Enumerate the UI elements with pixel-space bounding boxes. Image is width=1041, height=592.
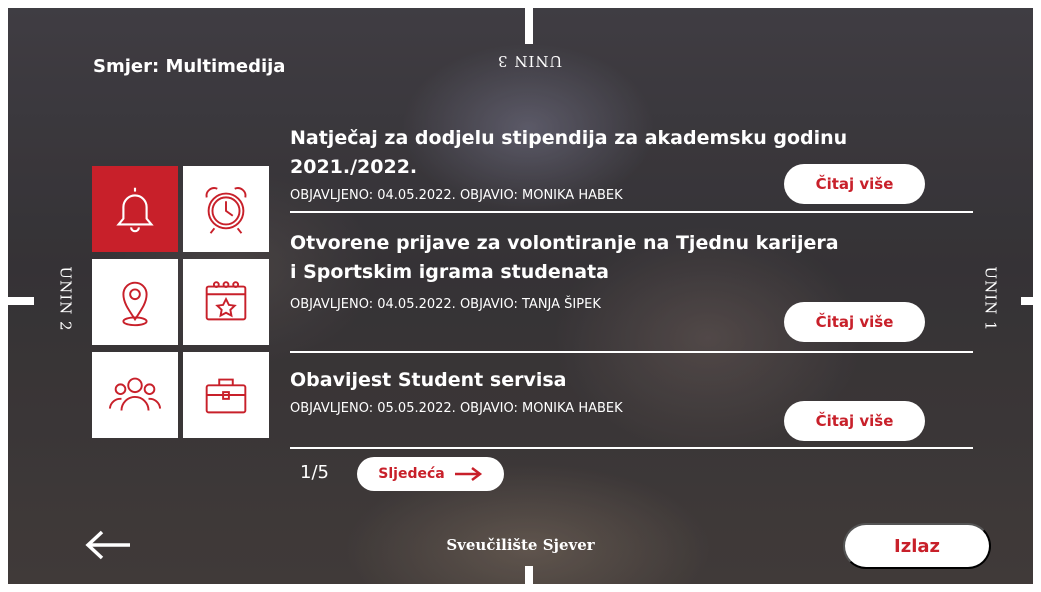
schedule-tile[interactable] <box>183 166 269 252</box>
bottom-tick <box>525 566 533 584</box>
news-divider <box>290 351 973 353</box>
arrow-right-icon <box>454 467 482 481</box>
next-page-label: Sljedeća <box>378 466 445 482</box>
news-meta: OBJAVLJENO: 04.05.2022. OBJAVIO: TANJA Š… <box>290 297 601 312</box>
news-divider <box>290 211 973 213</box>
page-indicator: 1/5 <box>300 462 329 483</box>
news-title[interactable]: Otvorene prijave za volontiranje na Tjed… <box>290 229 850 287</box>
news-meta: OBJAVLJENO: 05.05.2022. OBJAVIO: MONIKA … <box>290 401 623 416</box>
news-divider <box>290 447 973 449</box>
location-tile[interactable] <box>92 259 178 345</box>
news-item: Otvorene prijave za volontiranje na Tjed… <box>290 229 850 312</box>
news-item: Obavijest Student servisa OBJAVLJENO: 05… <box>290 366 850 416</box>
jobs-tile[interactable] <box>183 352 269 438</box>
top-tick <box>525 8 533 44</box>
calendar-star-icon <box>205 281 247 321</box>
room-label-left: UNIN 2 <box>56 266 75 332</box>
group-icon <box>108 377 162 411</box>
bell-icon <box>116 187 154 233</box>
read-more-button[interactable]: Čitaj više <box>784 401 925 441</box>
left-tick <box>8 297 34 305</box>
room-label-right: UNIN 1 <box>981 266 1000 332</box>
community-tile[interactable] <box>92 352 178 438</box>
right-tick <box>1021 297 1033 305</box>
briefcase-icon <box>205 378 247 414</box>
next-page-button[interactable]: Sljedeća <box>357 457 504 491</box>
news-title[interactable]: Obavijest Student servisa <box>290 366 850 395</box>
kiosk-screen: UNIN 3 UNIN 2 UNIN 1 Smjer: Multimedija <box>8 8 1033 584</box>
read-more-button[interactable]: Čitaj više <box>784 164 925 204</box>
alarm-clock-icon <box>205 187 247 234</box>
room-label-top: UNIN 3 <box>497 52 563 70</box>
notifications-tile[interactable] <box>92 166 178 252</box>
location-pin-icon <box>122 281 148 327</box>
read-more-button[interactable]: Čitaj više <box>784 302 925 342</box>
exit-button[interactable]: Izlaz <box>843 523 991 569</box>
direction-label: Smjer: Multimedija <box>93 56 286 77</box>
events-tile[interactable] <box>183 259 269 345</box>
